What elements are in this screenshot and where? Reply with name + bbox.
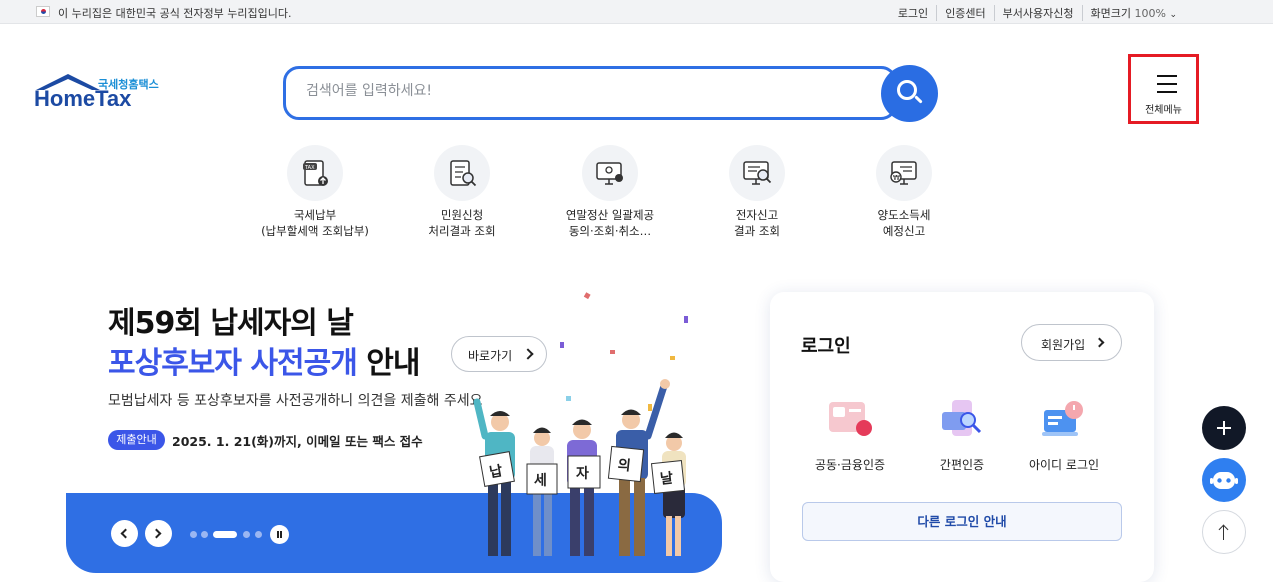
utility-links: 로그인 인증센터 부서사용자신청 화면크기 100% ⌄ [890,5,1185,21]
login-method-label: 아이디 로그인 [1028,458,1100,472]
login-method-label: 간편인증 [939,458,985,472]
banner-next-button[interactable] [145,520,172,547]
slide-dot[interactable] [190,531,197,538]
quick-menu-item[interactable]: ₩ 양도소득세 예정신고 [834,145,974,239]
quick-menu-label-2: 결과 조회 [734,224,780,238]
search-button[interactable] [881,65,938,122]
slide-dot[interactable] [255,531,262,538]
sign-char: 세 [534,473,547,489]
zoom-control[interactable]: 화면크기 100% ⌄ [1081,5,1185,21]
full-menu-button[interactable]: 전체메뉴 [1128,54,1199,124]
transfer-tax-icon: ₩ [876,145,932,201]
sign-char: 날 [659,471,674,488]
plus-icon[interactable] [1202,406,1246,450]
submission-tag: 제출안내 [108,430,165,450]
slide-dot[interactable] [201,531,208,538]
pause-icon[interactable] [270,525,289,544]
chevron-left-icon [120,528,131,539]
dept-user-link[interactable]: 부서사용자신청 [993,5,1082,21]
slide-dot-active[interactable] [213,531,237,538]
banner-title: 제59회 납세자의 날 [108,306,354,341]
document-search-icon [434,145,490,201]
sign-char: 의 [617,456,632,474]
chevron-right-icon [151,528,162,539]
search-box [283,66,897,120]
login-title: 로그인 [801,336,851,357]
monitor-settlement-icon [582,145,638,201]
login-card: 로그인 회원가입 공동·금융인증 간편인증 아이디 로그인 다른 로그인 안내 [770,292,1154,582]
login-method-certificate[interactable]: 공동·금융인증 [795,398,905,473]
slide-dot[interactable] [243,531,250,538]
certificate-icon [824,398,876,442]
hometax-logo[interactable]: 국세청홈택스 HomeTax [34,72,164,114]
login-method-label: 공동·금융인증 [814,458,886,472]
quick-menu-label-1: 민원신청 [440,208,484,222]
svg-text:₩: ₩ [893,174,900,182]
tax-payment-icon: TAX [287,145,343,201]
id-login-icon [1038,398,1090,442]
quick-menu-item[interactable]: 전자신고 결과 조회 [687,145,827,239]
login-method-simple[interactable]: 간편인증 [907,398,1017,473]
svg-text:TAX: TAX [304,165,315,171]
quick-menu-label-1: 연말정산 일괄제공 [565,208,655,222]
gov-notice-text: 이 누리집은 대한민국 공식 전자정부 누리집입니다. [58,7,292,20]
submission-deadline: 2025. 1. 21(화)까지, 이메일 또는 팩스 접수 [172,434,423,449]
banner-subtitle: 포상후보자 사전공개 안내 [108,346,421,381]
quick-menu-label-2: 예정신고 [882,224,926,238]
signup-button[interactable]: 회원가입 [1021,324,1122,361]
taxpayer-day-illustration: 납 세 자 의 날 [473,292,688,556]
quick-menu-label-2: (납부할세액 조회납부) [261,224,369,238]
quick-menu-label-2: 동의·조회·취소… [568,224,652,238]
chevron-right-icon [1094,337,1105,348]
logo-title: HomeTax [34,86,132,111]
korea-flag-icon [36,6,50,17]
search-input[interactable] [306,83,846,99]
quick-menu-item[interactable]: 연말정산 일괄제공 동의·조회·취소… [540,145,680,239]
scroll-top-button[interactable] [1202,510,1246,554]
quick-menu-label-1: 양도소득세 [877,208,931,222]
cert-center-link[interactable]: 인증센터 [936,5,993,21]
login-method-id[interactable]: 아이디 로그인 [1009,398,1119,473]
gov-notice-bar: 이 누리집은 대한민국 공식 전자정부 누리집입니다. 로그인 인증센터 부서사… [0,0,1273,24]
e-filing-search-icon [729,145,785,201]
full-menu-label: 전체메뉴 [1145,105,1182,116]
sign-char: 자 [576,466,589,482]
hamburger-icon [1157,75,1177,99]
quick-menu-item[interactable]: TAX 국세납부 (납부할세액 조회납부) [245,145,385,239]
banner-prev-button[interactable] [111,520,138,547]
quick-menu-item[interactable]: 민원신청 처리결과 조회 [392,145,532,239]
login-link[interactable]: 로그인 [890,5,936,21]
other-login-button[interactable]: 다른 로그인 안내 [802,502,1122,541]
banner-description: 모범납세자 등 포상후보자를 사전공개하니 의견을 제출해 주세요 [108,393,483,409]
quick-menu-label-1: 국세납부 [293,208,337,222]
chevron-down-icon: ⌄ [1169,10,1177,20]
quick-menu-label-2: 처리결과 조회 [428,224,496,238]
simple-auth-icon [936,398,988,442]
chatbot-icon[interactable] [1202,458,1246,502]
quick-menu-label-1: 전자신고 [735,208,779,222]
